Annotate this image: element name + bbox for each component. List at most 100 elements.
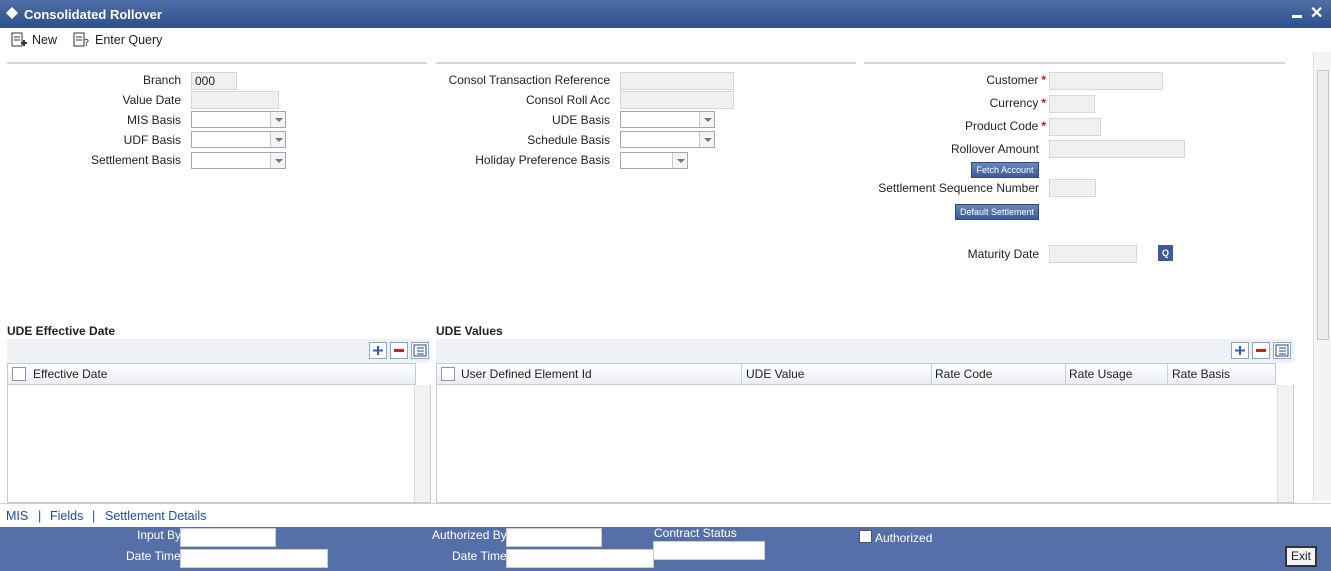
settlement-basis-select[interactable] <box>191 152 286 169</box>
currency-label: Currency * <box>990 96 1046 110</box>
rollover-amount-label: Rollover Amount <box>950 142 1039 156</box>
input-date-time-field[interactable] <box>180 549 328 568</box>
branch-value: 000 <box>195 74 216 88</box>
chevron-down-icon <box>270 153 285 168</box>
mis-basis-select[interactable] <box>191 111 286 128</box>
schedule-basis-select[interactable] <box>620 131 715 148</box>
minimize-icon[interactable] <box>1291 6 1303 20</box>
select-all-checkbox[interactable] <box>12 367 26 381</box>
value-date-label: Value Date <box>122 93 181 107</box>
fields-link[interactable]: Fields <box>50 509 83 523</box>
new-button[interactable]: New <box>10 31 57 49</box>
column-separator <box>1065 364 1066 384</box>
holiday-pref-label: Holiday Preference Basis <box>475 153 610 167</box>
main-scrollbar[interactable] <box>1313 52 1331 500</box>
grid-scrollbar[interactable] <box>1277 385 1293 502</box>
branch-label: Branch <box>142 73 181 87</box>
link-separator: | <box>92 509 96 523</box>
title-bar: Consolidated Rollover ✕ <box>0 0 1331 28</box>
scrollbar-thumb[interactable] <box>1317 70 1329 340</box>
contract-status-field[interactable] <box>653 541 765 560</box>
ude-values-toolbar <box>436 339 1294 363</box>
authorized-label: Authorized <box>875 531 933 545</box>
required-mark: * <box>1041 119 1046 133</box>
footer-links: MIS | Fields | Settlement Details <box>0 503 1331 527</box>
settlement-details-link[interactable]: Settlement Details <box>105 509 206 523</box>
udf-basis-label: UDF Basis <box>123 133 181 147</box>
consol-ref-field[interactable] <box>620 72 734 90</box>
link-separator: | <box>38 509 42 523</box>
single-view-icon[interactable] <box>411 342 429 359</box>
rollover-amount-field[interactable] <box>1049 140 1185 158</box>
authorized-by-label: Authorized By <box>432 528 507 542</box>
window-title: Consolidated Rollover <box>24 7 162 22</box>
authorized-by-field[interactable] <box>506 528 602 547</box>
column-separator <box>931 364 932 384</box>
ude-values-body <box>436 385 1294 503</box>
ude-values-title: UDE Values <box>436 324 503 338</box>
maturity-date-field[interactable] <box>1049 245 1137 263</box>
customer-label: Customer * <box>986 73 1046 87</box>
new-label: New <box>32 33 58 47</box>
chevron-down-icon <box>270 112 285 127</box>
close-icon[interactable]: ✕ <box>1310 3 1323 23</box>
column-separator <box>741 364 742 384</box>
delete-row-icon[interactable] <box>1252 342 1270 359</box>
product-code-field[interactable] <box>1049 118 1101 136</box>
new-document-icon <box>11 32 27 47</box>
add-row-icon[interactable] <box>369 342 387 359</box>
value-date-field[interactable] <box>191 91 279 109</box>
customer-label-text: Customer <box>986 73 1039 87</box>
ude-basis-label: UDE Basis <box>551 113 610 127</box>
ude-values-header: User Defined Element Id UDE Value Rate C… <box>436 363 1276 385</box>
grid-scrollbar[interactable] <box>414 385 430 502</box>
default-settlement-button[interactable]: Default Settlement <box>955 204 1039 220</box>
udf-basis-select[interactable] <box>191 131 286 148</box>
section-divider <box>436 62 856 64</box>
svg-text:?: ? <box>84 38 89 48</box>
currency-field[interactable] <box>1049 95 1095 113</box>
toolbar: New ? Enter Query <box>0 28 1331 52</box>
branch-field[interactable]: 000 <box>191 72 237 90</box>
delete-row-icon[interactable] <box>390 342 408 359</box>
settlement-seq-field[interactable] <box>1049 179 1096 197</box>
authorized-checkbox[interactable] <box>859 530 872 543</box>
settlement-basis-label: Settlement Basis <box>90 153 181 167</box>
column-user-defined-element-id: User Defined Element Id <box>461 367 592 381</box>
required-mark: * <box>1041 96 1046 110</box>
maturity-date-label: Maturity Date <box>967 247 1039 261</box>
query-icon: ? <box>73 32 89 48</box>
column-rate-code: Rate Code <box>935 367 993 381</box>
select-all-checkbox[interactable] <box>441 367 455 381</box>
currency-label-text: Currency <box>989 96 1039 110</box>
contract-status-label: Contract Status <box>654 526 737 540</box>
column-rate-usage: Rate Usage <box>1069 367 1133 381</box>
ude-effective-toolbar <box>7 339 430 363</box>
product-code-label: Product Code * <box>965 119 1046 133</box>
auth-date-time-field[interactable] <box>506 549 654 568</box>
auth-date-time-label: Date Time <box>452 549 507 563</box>
consol-roll-acc-field[interactable] <box>620 91 734 109</box>
input-by-field[interactable] <box>180 528 276 547</box>
consol-roll-acc-label: Consol Roll Acc <box>525 93 610 107</box>
column-effective-date: Effective Date <box>33 367 108 381</box>
input-by-label: Input By <box>137 528 182 542</box>
ude-effective-title: UDE Effective Date <box>7 324 116 338</box>
add-row-icon[interactable] <box>1231 342 1249 359</box>
required-mark: * <box>1041 73 1046 87</box>
section-divider <box>7 62 427 64</box>
ude-basis-select[interactable] <box>620 111 715 128</box>
product-code-label-text: Product Code <box>964 119 1039 133</box>
chevron-down-icon <box>699 112 714 127</box>
chevron-down-icon <box>270 132 285 147</box>
exit-button[interactable]: Exit <box>1285 546 1317 567</box>
mis-link[interactable]: MIS <box>6 509 28 523</box>
holiday-pref-select[interactable] <box>620 152 688 169</box>
fetch-account-button[interactable]: Fetch Account <box>971 162 1039 178</box>
mis-basis-label: MIS Basis <box>126 113 181 127</box>
search-icon[interactable]: Q <box>1158 245 1173 261</box>
enter-query-button[interactable]: ? Enter Query <box>73 31 162 49</box>
customer-field[interactable] <box>1049 72 1163 90</box>
date-time-label: Date Time <box>126 549 181 563</box>
single-view-icon[interactable] <box>1273 342 1291 359</box>
